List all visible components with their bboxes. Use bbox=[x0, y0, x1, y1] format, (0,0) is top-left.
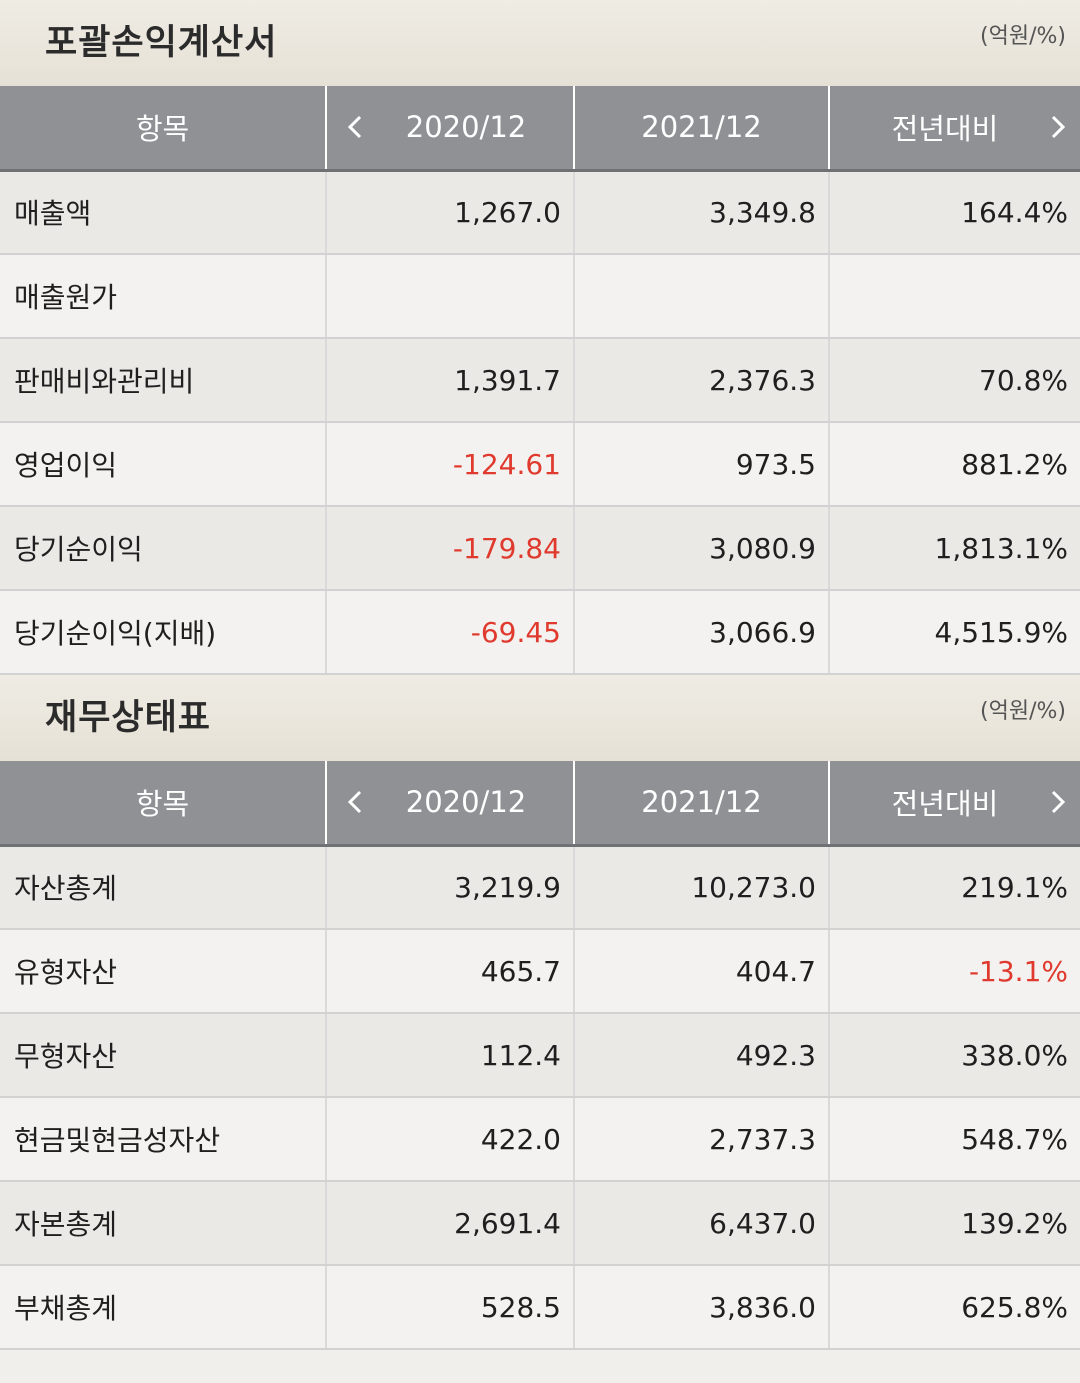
balance-sheet-table: 항목 2020/12 2021/12 전년대비 자산총계 3,219.9 10,… bbox=[0, 761, 1080, 1350]
value-yoy bbox=[829, 254, 1080, 339]
value-2021: 492.3 bbox=[574, 1013, 830, 1098]
value-yoy: 338.0% bbox=[829, 1013, 1080, 1098]
income-statement-header: 포괄손익계산서 (억원/%) bbox=[0, 0, 1080, 86]
value-2021: 3,066.9 bbox=[574, 590, 830, 675]
value-yoy: 625.8% bbox=[829, 1265, 1080, 1350]
table-row: 부채총계 528.5 3,836.0 625.8% bbox=[0, 1265, 1080, 1350]
row-label: 유형자산 bbox=[0, 929, 327, 1014]
row-label: 무형자산 bbox=[0, 1013, 327, 1098]
column-header-yoy: 전년대비 bbox=[829, 761, 1080, 847]
row-label: 현금및현금성자산 bbox=[0, 1097, 327, 1182]
value-2020: 1,391.7 bbox=[326, 338, 575, 423]
value-yoy: 1,813.1% bbox=[829, 506, 1080, 591]
value-yoy: 219.1% bbox=[829, 845, 1080, 930]
table-row: 매출원가 bbox=[0, 254, 1080, 339]
table-row: 당기순이익 -179.84 3,080.9 1,813.1% bbox=[0, 506, 1080, 591]
column-header-2021: 2021/12 bbox=[574, 86, 830, 172]
value-2021: 2,737.3 bbox=[574, 1097, 830, 1182]
row-label: 매출액 bbox=[0, 170, 327, 255]
value-2021: 3,836.0 bbox=[574, 1265, 830, 1350]
row-label: 자본총계 bbox=[0, 1181, 327, 1266]
column-header-2021: 2021/12 bbox=[574, 761, 830, 847]
column-header-2020: 2020/12 bbox=[326, 761, 575, 847]
value-yoy: 881.2% bbox=[829, 422, 1080, 507]
table-row: 판매비와관리비 1,391.7 2,376.3 70.8% bbox=[0, 338, 1080, 423]
table-header-row: 항목 2020/12 2021/12 전년대비 bbox=[0, 761, 1080, 847]
table-row: 자산총계 3,219.9 10,273.0 219.1% bbox=[0, 845, 1080, 930]
table-row: 영업이익 -124.61 973.5 881.2% bbox=[0, 422, 1080, 507]
value-2020: 528.5 bbox=[326, 1265, 575, 1350]
value-2020: 112.4 bbox=[326, 1013, 575, 1098]
value-yoy: 164.4% bbox=[829, 170, 1080, 255]
unit-label: (억원/%) bbox=[980, 699, 1066, 724]
value-yoy: 548.7% bbox=[829, 1097, 1080, 1182]
table-row: 매출액 1,267.0 3,349.8 164.4% bbox=[0, 170, 1080, 255]
column-header-item: 항목 bbox=[0, 86, 327, 172]
value-2021 bbox=[574, 254, 830, 339]
column-header-2020: 2020/12 bbox=[326, 86, 575, 172]
value-2020: 1,267.0 bbox=[326, 170, 575, 255]
section-title: 재무상태표 bbox=[45, 698, 212, 738]
row-label: 당기순이익(지배) bbox=[0, 590, 327, 675]
value-2020: 2,691.4 bbox=[326, 1181, 575, 1266]
table-row: 당기순이익(지배) -69.45 3,066.9 4,515.9% bbox=[0, 590, 1080, 675]
value-2021: 2,376.3 bbox=[574, 338, 830, 423]
table-row: 무형자산 112.4 492.3 338.0% bbox=[0, 1013, 1080, 1098]
table-header-row: 항목 2020/12 2021/12 전년대비 bbox=[0, 86, 1080, 172]
value-2021: 3,349.8 bbox=[574, 170, 830, 255]
row-label: 매출원가 bbox=[0, 254, 327, 339]
section-title: 포괄손익계산서 bbox=[45, 23, 278, 63]
table-row: 자본총계 2,691.4 6,437.0 139.2% bbox=[0, 1181, 1080, 1266]
column-header-yoy: 전년대비 bbox=[829, 86, 1080, 172]
value-2020: -69.45 bbox=[326, 590, 575, 675]
row-label: 판매비와관리비 bbox=[0, 338, 327, 423]
value-2020: -179.84 bbox=[326, 506, 575, 591]
value-yoy: 70.8% bbox=[829, 338, 1080, 423]
value-yoy: 4,515.9% bbox=[829, 590, 1080, 675]
chevron-left-icon[interactable] bbox=[343, 787, 367, 817]
row-label: 자산총계 bbox=[0, 845, 327, 930]
value-2021: 10,273.0 bbox=[574, 845, 830, 930]
value-yoy: -13.1% bbox=[829, 929, 1080, 1014]
value-2020 bbox=[326, 254, 575, 339]
unit-label: (억원/%) bbox=[980, 24, 1066, 49]
value-2020: 422.0 bbox=[326, 1097, 575, 1182]
chevron-right-icon[interactable] bbox=[1046, 787, 1070, 817]
chevron-left-icon[interactable] bbox=[343, 112, 367, 142]
value-2020: 3,219.9 bbox=[326, 845, 575, 930]
value-yoy: 139.2% bbox=[829, 1181, 1080, 1266]
value-2021: 3,080.9 bbox=[574, 506, 830, 591]
value-2021: 973.5 bbox=[574, 422, 830, 507]
chevron-right-icon[interactable] bbox=[1046, 112, 1070, 142]
table-row: 현금및현금성자산 422.0 2,737.3 548.7% bbox=[0, 1097, 1080, 1182]
value-2020: 465.7 bbox=[326, 929, 575, 1014]
value-2020: -124.61 bbox=[326, 422, 575, 507]
balance-sheet-header: 재무상태표 (억원/%) bbox=[0, 675, 1080, 761]
value-2021: 6,437.0 bbox=[574, 1181, 830, 1266]
value-2021: 404.7 bbox=[574, 929, 830, 1014]
row-label: 당기순이익 bbox=[0, 506, 327, 591]
row-label: 부채총계 bbox=[0, 1265, 327, 1350]
row-label: 영업이익 bbox=[0, 422, 327, 507]
income-statement-table: 항목 2020/12 2021/12 전년대비 매출액 1,267.0 3,34… bbox=[0, 86, 1080, 675]
table-row: 유형자산 465.7 404.7 -13.1% bbox=[0, 929, 1080, 1014]
column-header-item: 항목 bbox=[0, 761, 327, 847]
